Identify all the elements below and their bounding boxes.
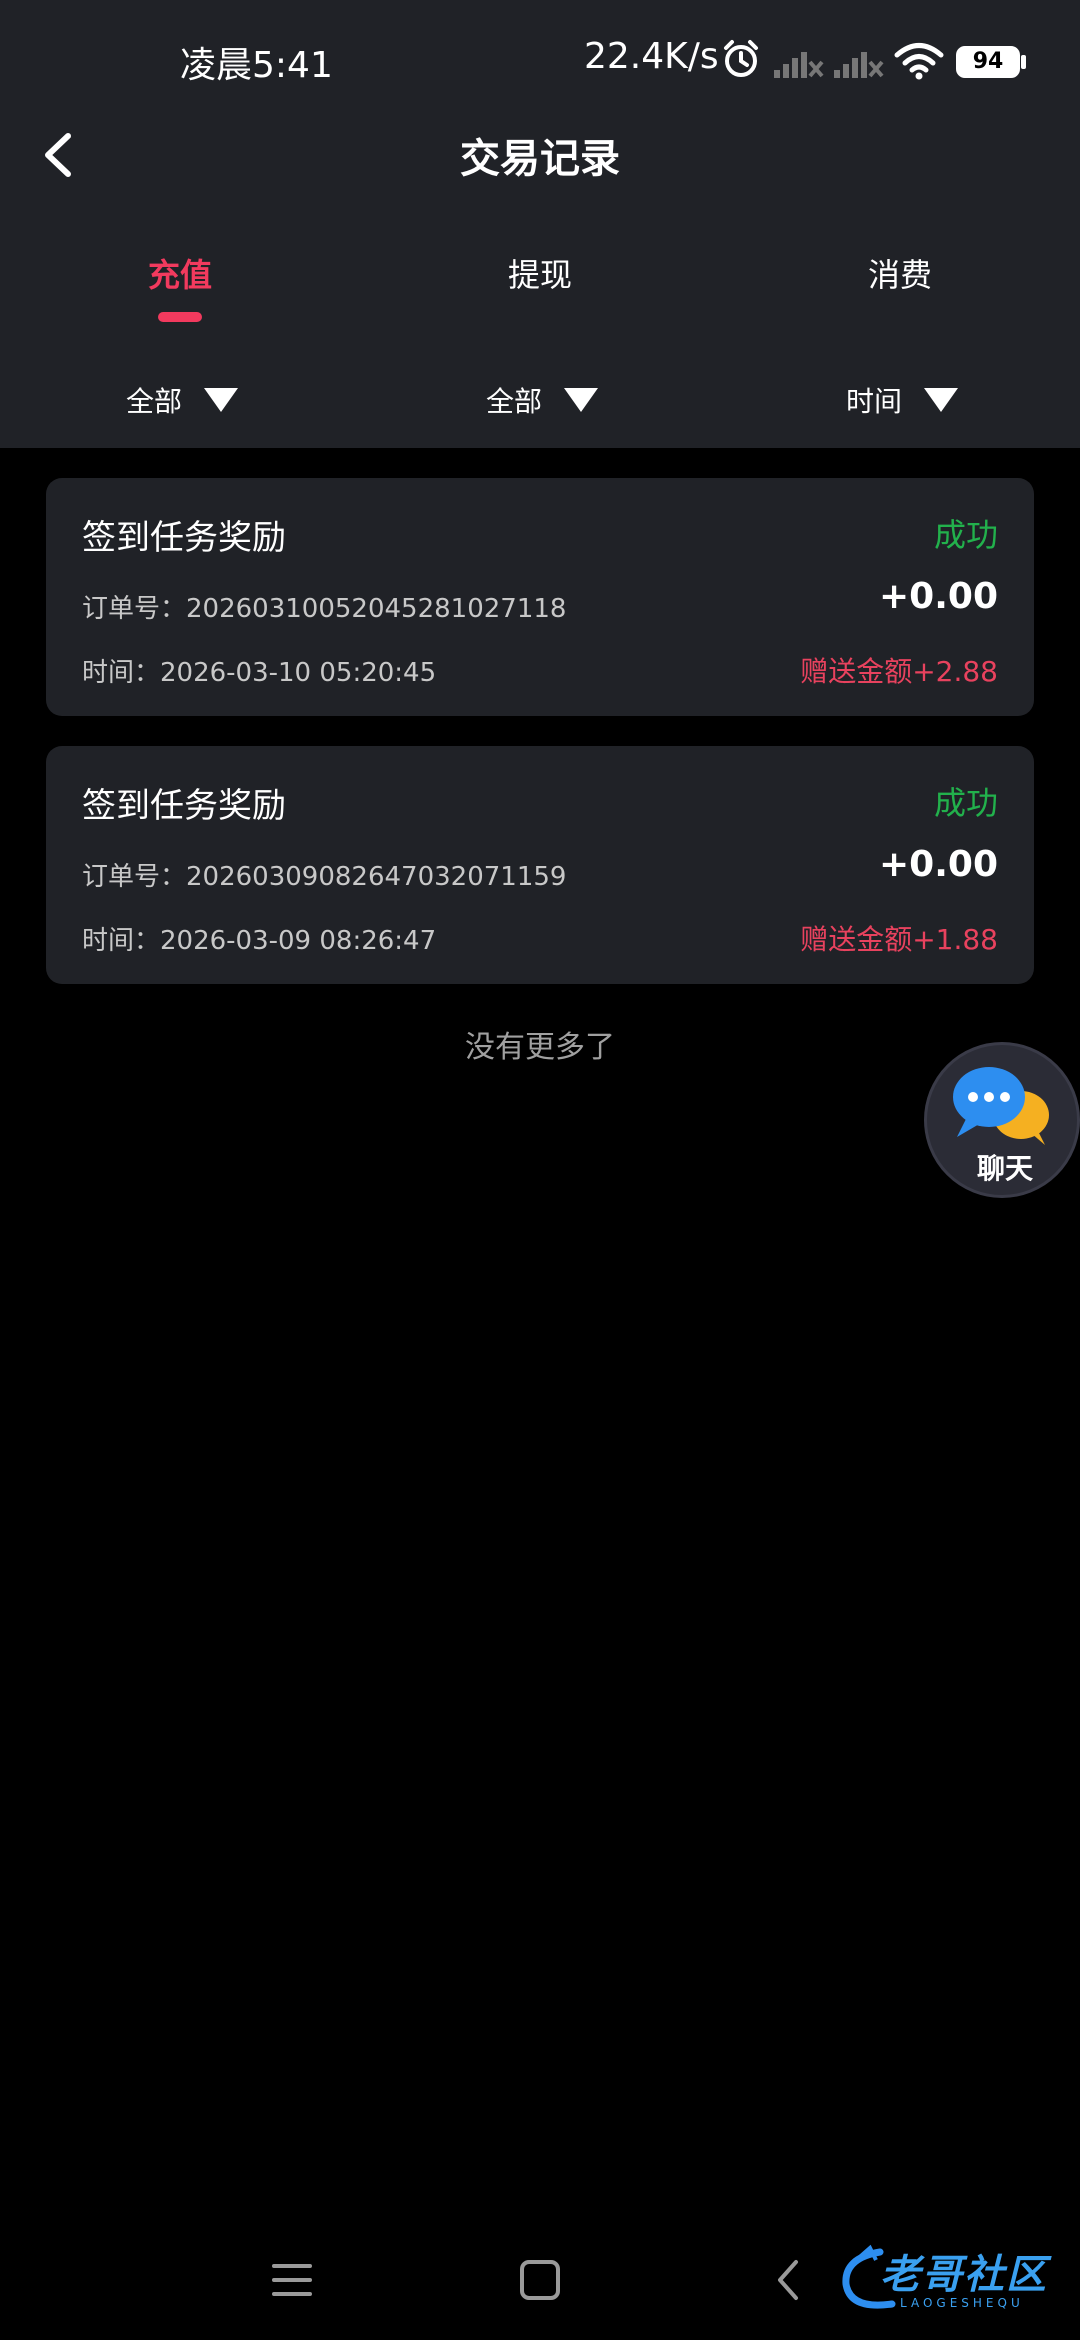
filter-type-label: 全部	[126, 385, 183, 418]
record-title: 签到任务奖励	[82, 518, 286, 558]
status-bar: 凌晨5:41 22.4K/s 94	[0, 0, 1080, 120]
caret-down-icon	[564, 388, 599, 412]
alarm-icon	[724, 40, 758, 77]
active-tab-indicator	[158, 312, 202, 322]
wifi-icon	[894, 43, 944, 80]
record-time: 时间：2026-03-09 08:26:47	[82, 926, 437, 956]
caret-down-icon	[204, 388, 239, 412]
record-bonus: 赠送金额+2.88	[800, 655, 998, 688]
battery-cap	[1021, 55, 1026, 69]
record-status: 成功	[933, 516, 998, 554]
signal-off-icon-2	[834, 52, 884, 78]
home-icon[interactable]	[516, 2256, 564, 2304]
chat-button[interactable]: 聊天	[924, 1042, 1080, 1198]
filter-time-label: 时间	[846, 385, 903, 418]
battery-icon: 94	[956, 46, 1020, 78]
network-speed: 22.4K/s	[584, 36, 719, 77]
chat-button-label: 聊天	[976, 1152, 1033, 1185]
watermark-text: 老哥社区	[880, 2252, 1048, 2298]
filter-status-label: 全部	[486, 385, 543, 418]
record-card[interactable]: 签到任务奖励 成功 订单号：20260310052045281027118 +0…	[46, 478, 1034, 716]
filter-type-dropdown[interactable]: 全部	[126, 380, 239, 420]
record-time: 时间：2026-03-10 05:20:45	[82, 658, 437, 688]
battery-level: 94	[972, 49, 1004, 74]
list-end-text: 没有更多了	[465, 1030, 615, 1065]
record-amount: +0.00	[879, 576, 998, 617]
page-title: 交易记录	[460, 136, 620, 182]
tab-consume[interactable]: 消费	[720, 250, 1080, 296]
filter-time-dropdown[interactable]: 时间	[846, 380, 959, 420]
watermark-subtext: LAOGESHEQU	[900, 2296, 1024, 2310]
signal-off-icon	[774, 52, 824, 78]
filter-status-dropdown[interactable]: 全部	[486, 380, 599, 420]
status-time: 凌晨5:41	[180, 45, 333, 86]
back-nav-icon[interactable]	[766, 2256, 814, 2304]
chat-bubbles-icon	[953, 1067, 1049, 1145]
record-card[interactable]: 签到任务奖励 成功 订单号：20260309082647032071159 +0…	[46, 746, 1034, 984]
record-order-number: 订单号：20260309082647032071159	[82, 862, 567, 892]
record-order-number: 订单号：20260310052045281027118	[82, 594, 567, 624]
tab-recharge[interactable]: 充值	[0, 250, 360, 296]
menu-icon[interactable]	[268, 2256, 316, 2304]
record-status: 成功	[933, 784, 998, 822]
header-area: 凌晨5:41 22.4K/s 94 交易记录 充值 提现 消费 全部 全部 时间	[0, 0, 1080, 448]
caret-down-icon	[924, 388, 959, 412]
record-amount: +0.00	[879, 844, 998, 885]
tab-withdraw[interactable]: 提现	[360, 250, 720, 296]
watermark-logo: 老哥社区 LAOGESHEQU	[836, 2238, 1066, 2318]
record-title: 签到任务奖励	[82, 786, 286, 826]
record-bonus: 赠送金额+1.88	[800, 923, 998, 956]
